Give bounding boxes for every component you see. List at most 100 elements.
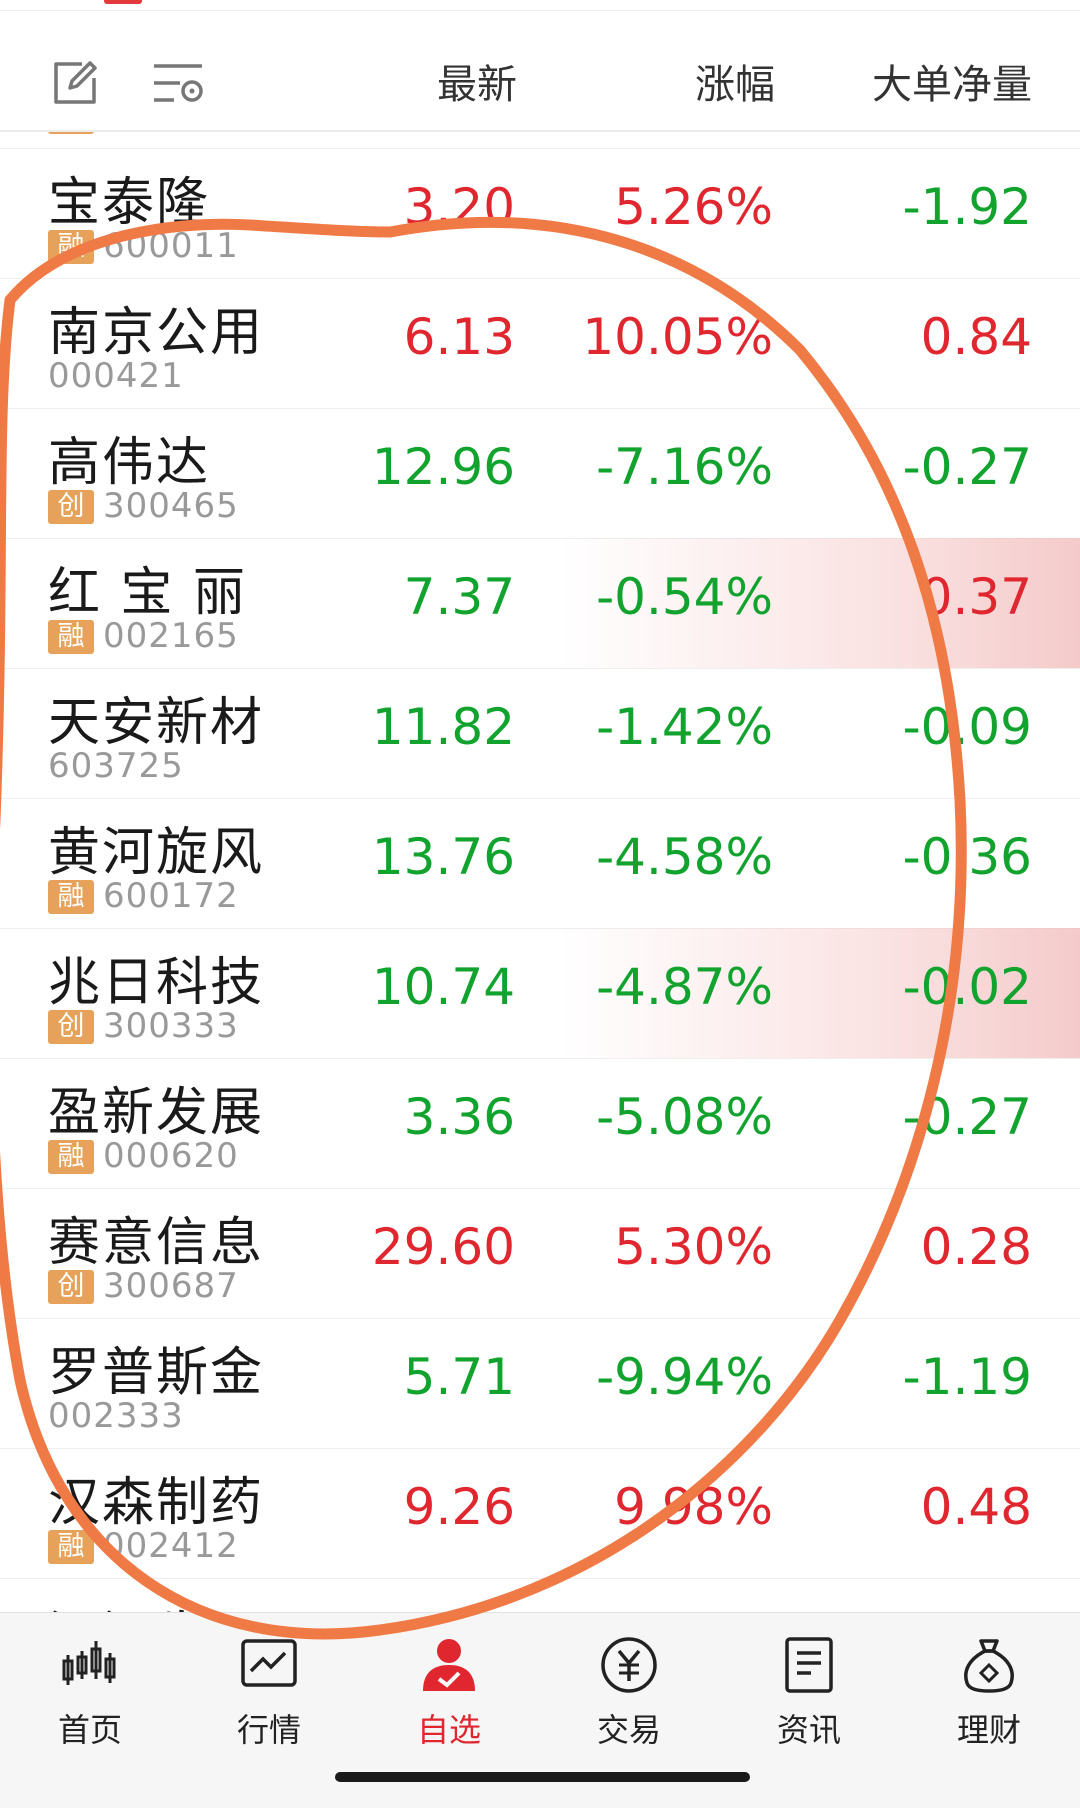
tab-finance[interactable]: 理财 xyxy=(929,1635,1049,1755)
stock-name: 高伟达 xyxy=(48,433,211,493)
tab-market[interactable]: 行情 xyxy=(209,1635,329,1755)
column-header-change[interactable]: 涨幅 xyxy=(695,50,775,120)
latest-price: 12.96 xyxy=(371,438,515,496)
stock-row[interactable]: 赛意信息创 300687 29.60 5.30% 0.28 xyxy=(0,1188,1080,1319)
tab-label: 理财 xyxy=(956,1711,1021,1749)
stock-row[interactable]: 南京公用 000421 6.13 10.05% 0.84 xyxy=(0,278,1080,409)
stock-name: 红 宝 丽 xyxy=(48,563,248,623)
latest-price: 13.76 xyxy=(371,828,515,886)
edit-icon[interactable] xyxy=(50,58,100,108)
tab-label: 交易 xyxy=(596,1711,661,1749)
stock-row[interactable]: 罗普斯金 002333 5.71 -9.94% -1.19 xyxy=(0,1318,1080,1449)
net-volume: -0.27 xyxy=(902,1088,1032,1146)
tab-label: 资讯 xyxy=(776,1711,841,1749)
column-header-net-volume[interactable]: 大单净量 xyxy=(872,50,1032,120)
margin-badge: 融 xyxy=(48,1140,94,1174)
latest-price: 29.60 xyxy=(371,1218,515,1276)
change-percent: -0.54% xyxy=(596,568,773,626)
stock-row[interactable]: 天安新材 603725 11.82 -1.42% -0.09 xyxy=(0,668,1080,799)
net-volume: -0.09 xyxy=(902,698,1032,756)
stock-code: 002333 xyxy=(48,1396,184,1436)
latest-price: 11.82 xyxy=(371,698,515,756)
net-volume: -0.27 xyxy=(902,438,1032,496)
net-volume: -1.92 xyxy=(902,178,1032,236)
change-percent: -7.16% xyxy=(596,438,773,496)
stock-row[interactable]: 高伟达创 300465 12.96 -7.16% -0.27 xyxy=(0,408,1080,539)
tab-trade[interactable]: 交易 xyxy=(569,1635,689,1755)
column-header-latest[interactable]: 最新 xyxy=(437,50,517,120)
change-percent: -4.58% xyxy=(596,828,773,886)
filter-settings-icon[interactable] xyxy=(150,58,206,108)
latest-price: 9.26 xyxy=(403,1478,515,1536)
net-volume: -1.19 xyxy=(902,1348,1032,1406)
change-percent: 5.26% xyxy=(614,178,773,236)
latest-price: 3.36 xyxy=(403,1088,515,1146)
stock-code: 002165 xyxy=(103,616,239,656)
stock-row[interactable]: 红 宝 丽融 002165 7.37 -0.54% 0.37 xyxy=(0,538,1080,669)
change-percent: -4.87% xyxy=(596,958,773,1016)
stock-code: 600172 xyxy=(103,876,239,916)
stock-row[interactable]: 汉森制药融 002412 9.26 9.98% 0.48 xyxy=(0,1448,1080,1579)
stock-code: 300127 xyxy=(103,132,239,136)
stock-name: 南京公用 xyxy=(48,303,265,363)
stock-row-partial-bottom[interactable]: 深深发A xyxy=(0,1582,1080,1612)
stock-code: 002412 xyxy=(103,1526,239,1566)
net-volume: -0.36 xyxy=(902,828,1032,886)
chinext-badge: 创 xyxy=(48,1010,94,1044)
stock-code: 000421 xyxy=(48,356,184,396)
stock-row[interactable]: 盈新发展融 000620 3.36 -5.08% -0.27 xyxy=(0,1058,1080,1189)
tab-label: 首页 xyxy=(57,1711,122,1749)
stock-name: 兆日科技 xyxy=(48,953,265,1013)
stock-code: 300333 xyxy=(103,1006,239,1046)
net-volume: 0.48 xyxy=(920,1478,1032,1536)
stock-row-partial-top[interactable]: 融 300127 xyxy=(0,132,1080,149)
margin-badge: 融 xyxy=(48,230,94,264)
yuan-coin-icon xyxy=(601,1637,657,1693)
chinext-badge: 创 xyxy=(48,1270,94,1304)
stock-code: 300687 xyxy=(103,1266,239,1306)
stock-name: 黄河旋风 xyxy=(48,823,265,883)
stock-code: 300465 xyxy=(103,486,239,526)
margin-badge: 融 xyxy=(48,620,94,654)
latest-price: 5.71 xyxy=(403,1348,515,1406)
margin-badge: 融 xyxy=(48,880,94,914)
watchlist-header: 最新 涨幅 大单净量 xyxy=(0,12,1080,132)
net-volume: 0.37 xyxy=(920,568,1032,626)
tab-news[interactable]: 资讯 xyxy=(749,1635,869,1755)
stock-name: 汉森制药 xyxy=(48,1473,265,1533)
latest-price: 6.13 xyxy=(403,308,515,366)
change-percent: -5.08% xyxy=(596,1088,773,1146)
change-percent: -1.42% xyxy=(596,698,773,756)
home-indicator[interactable] xyxy=(335,1772,750,1782)
change-percent: 10.05% xyxy=(582,308,773,366)
stock-name: 天安新材 xyxy=(48,693,265,753)
news-document-icon xyxy=(785,1637,833,1693)
stock-row[interactable]: 黄河旋风融 600172 13.76 -4.58% -0.36 xyxy=(0,798,1080,929)
stock-code: 603725 xyxy=(48,746,184,786)
stock-row[interactable]: 宝泰隆融 600011 3.20 5.26% -1.92 xyxy=(0,148,1080,279)
tab-watchlist[interactable]: 自选 xyxy=(389,1635,509,1755)
stock-name: 罗普斯金 xyxy=(48,1343,265,1403)
latest-price: 7.37 xyxy=(403,568,515,626)
stock-code: 000620 xyxy=(103,1136,239,1176)
tab-label: 行情 xyxy=(236,1711,301,1749)
money-bag-icon xyxy=(964,1639,1014,1693)
tab-home[interactable]: 首页 xyxy=(30,1635,150,1755)
stock-list[interactable]: 融 300127 宝泰隆融6000113.205.26%-1.92南京公用000… xyxy=(0,132,1080,1612)
stock-name: 深深发A xyxy=(48,1594,248,1612)
net-volume: -0.02 xyxy=(902,958,1032,1016)
top-indicator xyxy=(104,0,142,4)
latest-price: 10.74 xyxy=(371,958,515,1016)
margin-badge: 融 xyxy=(48,1530,94,1564)
chinext-badge: 创 xyxy=(48,490,94,524)
change-percent: -9.94% xyxy=(596,1348,773,1406)
change-percent: 9.98% xyxy=(614,1478,773,1536)
latest-price: 3.20 xyxy=(403,178,515,236)
margin-badge: 融 xyxy=(48,132,94,134)
home-chart-icon xyxy=(62,1641,116,1685)
net-volume: 0.84 xyxy=(920,308,1032,366)
stock-name: 宝泰隆 xyxy=(48,173,211,233)
stock-code: 600011 xyxy=(103,226,239,266)
watchlist-person-icon xyxy=(423,1639,475,1691)
stock-row[interactable]: 兆日科技创 300333 10.74 -4.87% -0.02 xyxy=(0,928,1080,1059)
